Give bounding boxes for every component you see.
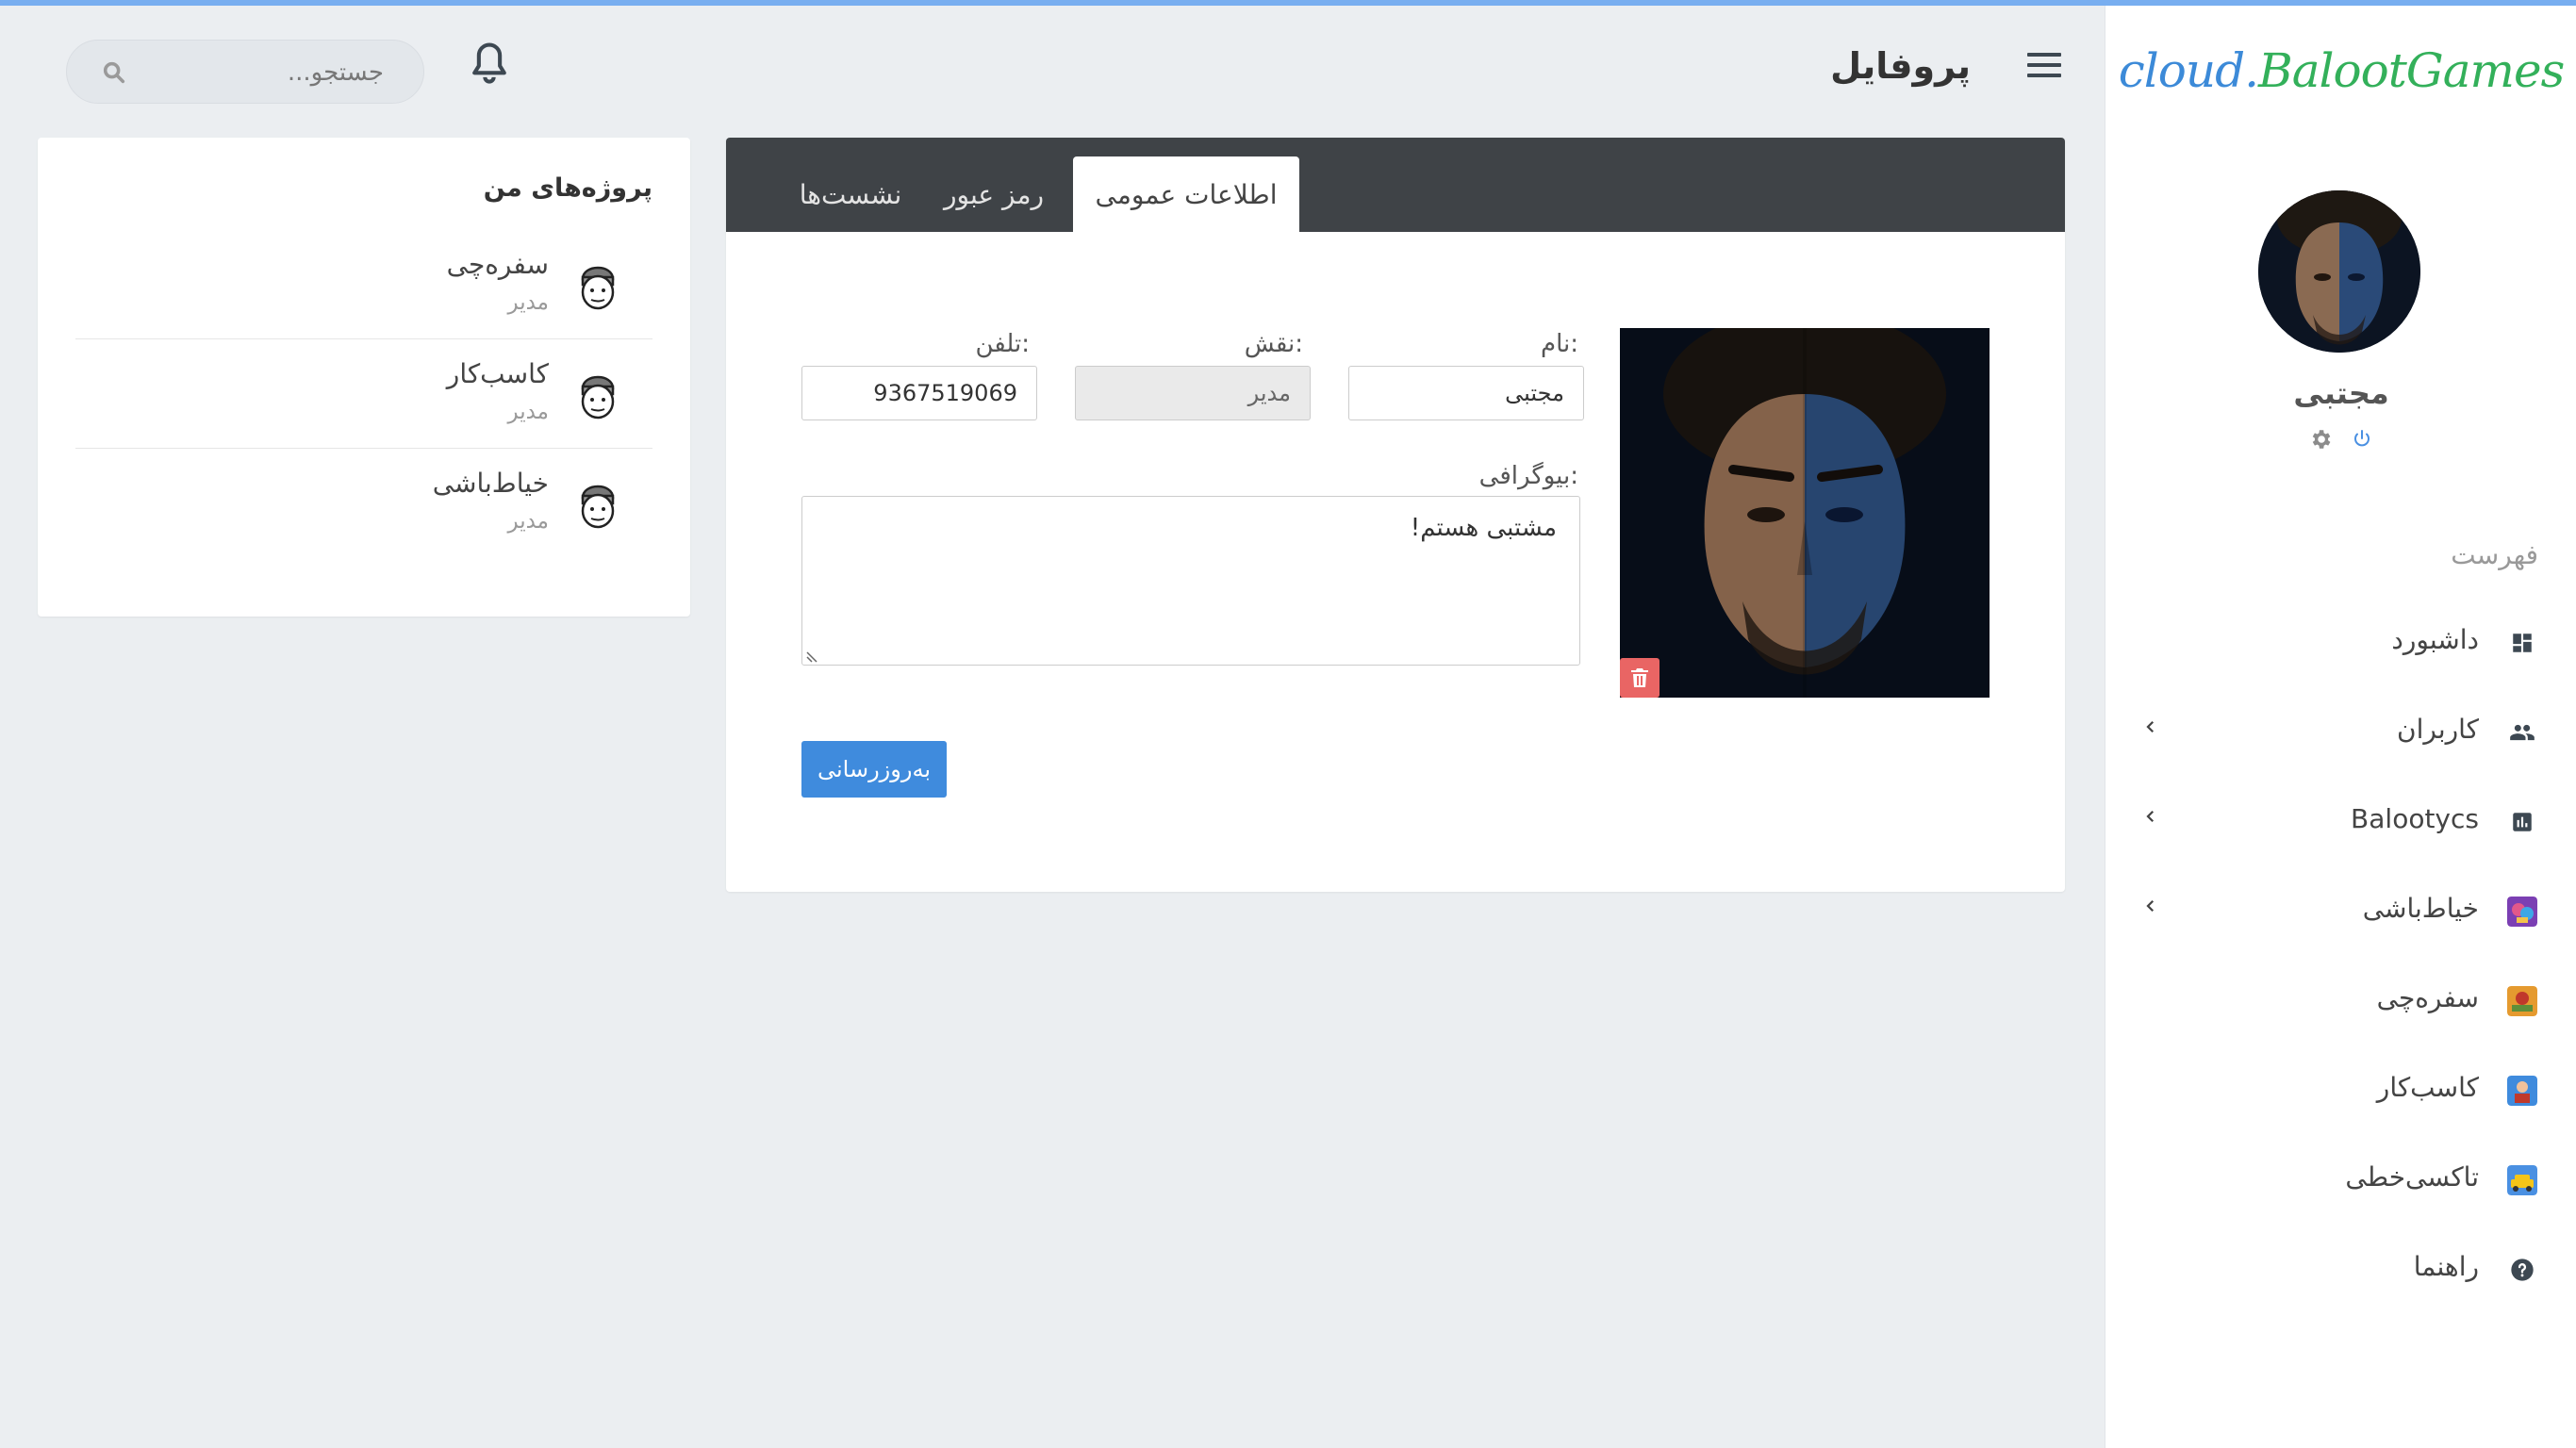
sidebar-item-khayatbashi[interactable]: خیاط‌باشی <box>2105 866 2576 956</box>
search-input[interactable] <box>148 54 384 91</box>
chef-avatar-icon <box>575 256 620 311</box>
bio-textarea[interactable]: مشتبی هستم! <box>801 496 1580 666</box>
game-khayatbashi-icon <box>2507 897 2537 927</box>
sidebar-item-label: راهنما <box>2413 1251 2479 1282</box>
sidebar-item-label: Balootycs <box>2351 803 2479 834</box>
sidebar-item-label: تاکسی‌خطی <box>2345 1161 2479 1193</box>
search-icon[interactable] <box>101 59 127 86</box>
sidebar-item-kasebkar[interactable]: کاسب‌کار <box>2105 1045 2576 1135</box>
sidebar-item-label: خیاط‌باشی <box>2362 893 2479 924</box>
notification-bell-icon[interactable] <box>468 40 511 89</box>
sidebar-item-sofrechi[interactable]: سفره‌چی <box>2105 956 2576 1045</box>
sidebar-item-balootycs[interactable]: Balootycs <box>2105 777 2576 866</box>
sidebar-menu: داشبورد کاربران Balootycs خیاط‌باشی <box>2105 598 2576 1314</box>
tab-general-info[interactable]: اطلاعات عمومی <box>1073 156 1299 232</box>
profile-name: مجتبی <box>2293 375 2389 411</box>
project-item-kasebkar[interactable]: کاسب‌کار مدیر <box>75 339 652 449</box>
project-name: سفره‌چی <box>446 249 549 280</box>
chef-avatar-icon <box>575 366 620 420</box>
power-logout-icon[interactable] <box>2349 426 2375 452</box>
project-name: کاسب‌کار <box>446 358 549 389</box>
search-box <box>66 40 424 104</box>
project-name: خیاط‌باشی <box>432 468 549 499</box>
avatar-portrait <box>2258 190 2420 353</box>
sidebar-item-taxi[interactable]: تاکسی‌خطی <box>2105 1135 2576 1225</box>
projects-title: پروژه‌های من <box>483 173 652 203</box>
logo-part-cloud: cloud. <box>2118 43 2259 98</box>
hamburger-menu-icon[interactable] <box>2025 47 2063 85</box>
role-field <box>1075 366 1311 420</box>
sidebar-item-users[interactable]: کاربران <box>2105 687 2576 777</box>
role-label: نقش: <box>1244 330 1303 358</box>
settings-gear-icon[interactable] <box>2307 426 2334 452</box>
sidebar-item-label: کاربران <box>2397 714 2479 745</box>
delete-photo-button[interactable] <box>1620 658 1660 698</box>
trash-icon <box>1631 668 1648 687</box>
sidebar: cloud.BalootGames مجتبی فهرست داشبورد کا… <box>2105 6 2576 1448</box>
phone-field[interactable] <box>801 366 1037 420</box>
sidebar-item-dashboard[interactable]: داشبورد <box>2105 598 2576 687</box>
menu-heading: فهرست <box>2451 539 2538 570</box>
name-label: نام: <box>1540 330 1578 358</box>
projects-card: پروژه‌های من سفره‌چی مدیر کاسب‌کار مدیر … <box>38 138 690 617</box>
game-sofrechi-icon <box>2507 986 2537 1016</box>
tab-password[interactable]: رمز عبور <box>932 156 1056 232</box>
name-field[interactable] <box>1348 366 1584 420</box>
profile-tabs: اطلاعات عمومی رمز عبور نشست‌ها <box>726 138 2065 232</box>
game-kasebkar-icon <box>2507 1076 2537 1106</box>
resize-handle-icon[interactable] <box>805 649 820 664</box>
profile-card: اطلاعات عمومی رمز عبور نشست‌ها نام: نقش:… <box>726 138 2065 892</box>
chevron-left-icon[interactable] <box>2139 895 2162 917</box>
profile-photo[interactable] <box>1620 328 1990 698</box>
chart-icon <box>2507 807 2537 837</box>
profile-photo-image <box>1620 328 1990 698</box>
avatar[interactable] <box>2258 190 2420 353</box>
update-button[interactable]: به‌روزرسانی <box>801 741 947 798</box>
chef-avatar-icon <box>575 475 620 530</box>
chevron-left-icon[interactable] <box>2139 805 2162 828</box>
sidebar-item-help[interactable]: راهنما <box>2105 1225 2576 1314</box>
page-title: پروفایل <box>1830 45 1971 87</box>
project-item-sofrechi[interactable]: سفره‌چی مدیر <box>75 230 652 339</box>
brand-logo[interactable]: cloud.BalootGames <box>2105 43 2576 98</box>
phone-label: تلفن: <box>975 330 1030 358</box>
help-icon <box>2507 1255 2537 1285</box>
project-role: مدیر <box>507 509 549 534</box>
sidebar-item-label: سفره‌چی <box>2376 982 2479 1013</box>
bio-label: بیوگرافی: <box>1478 462 1578 490</box>
tab-sessions[interactable]: نشست‌ها <box>784 156 916 232</box>
logo-part-baloot: BalootGames <box>2257 43 2565 98</box>
users-icon <box>2507 717 2537 748</box>
sidebar-item-label: کاسب‌کار <box>2376 1072 2479 1103</box>
dashboard-icon <box>2507 628 2537 658</box>
project-role: مدیر <box>507 400 549 424</box>
chevron-left-icon[interactable] <box>2139 716 2162 738</box>
game-taxi-icon <box>2507 1165 2537 1195</box>
profile-actions <box>2105 426 2576 452</box>
project-item-khayatbashi[interactable]: خیاط‌باشی مدیر <box>75 449 652 558</box>
project-role: مدیر <box>507 290 549 315</box>
sidebar-item-label: داشبورد <box>2391 624 2479 655</box>
